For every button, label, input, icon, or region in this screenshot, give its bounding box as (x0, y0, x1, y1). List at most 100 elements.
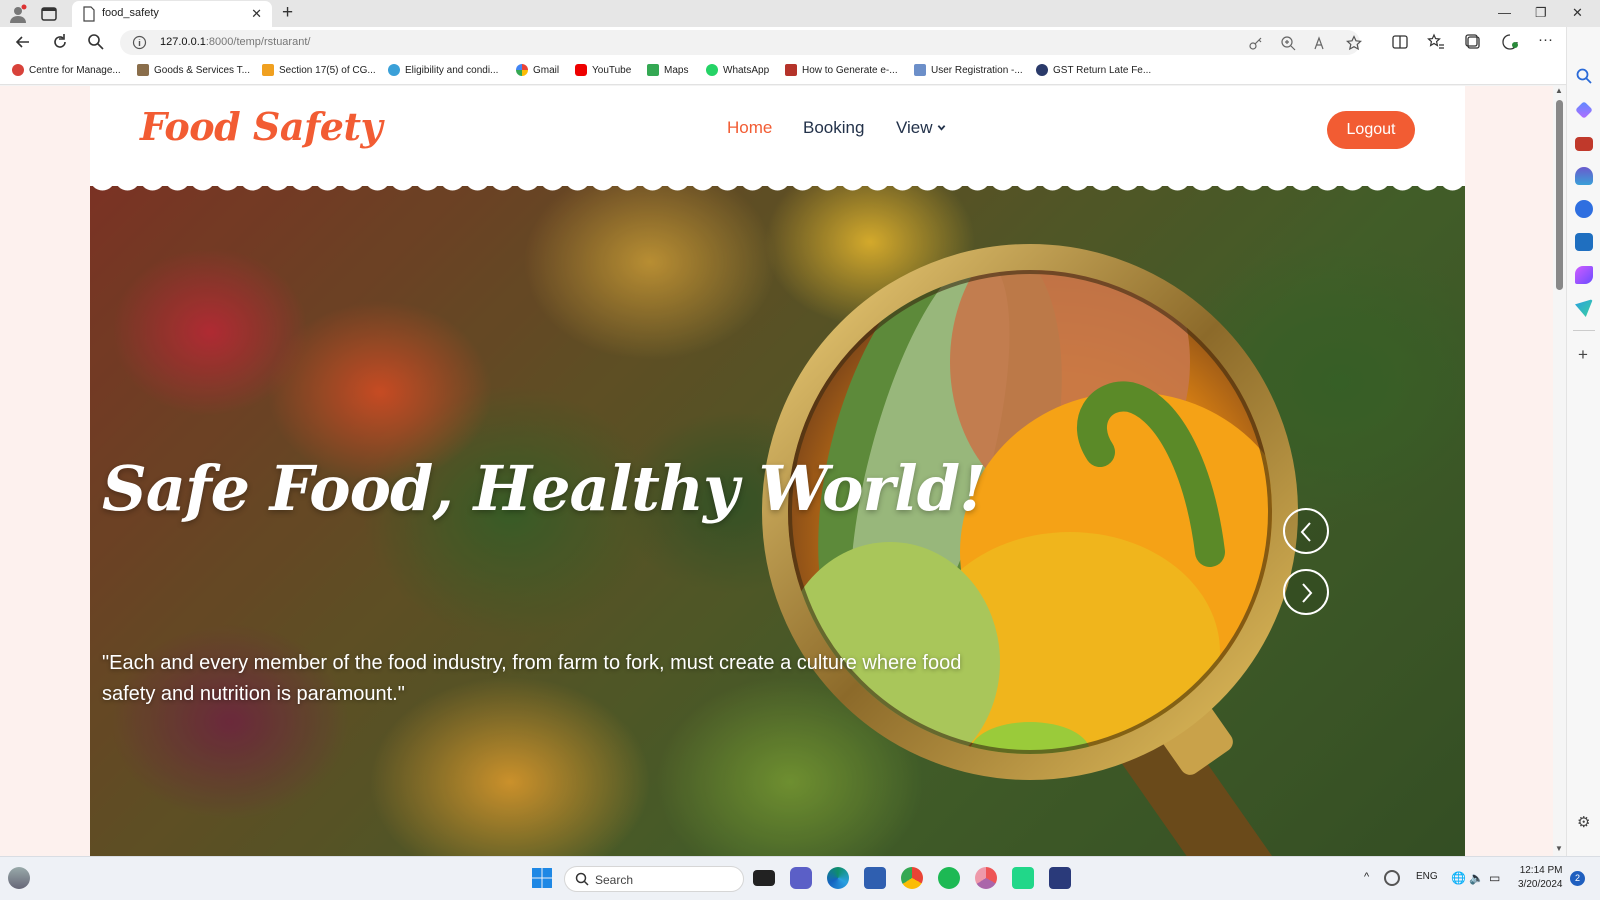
bookmark-user-registration[interactable]: User Registration -... (914, 64, 1023, 76)
weather-widget-icon[interactable] (8, 867, 30, 889)
language-indicator[interactable]: ENG (1416, 871, 1438, 882)
minimize-icon[interactable]: — (1498, 5, 1511, 21)
collections-icon[interactable] (1464, 33, 1482, 51)
chevron-right-icon (1302, 583, 1313, 603)
close-window-icon[interactable]: ✕ (1572, 5, 1583, 21)
carousel-next-button[interactable] (1283, 569, 1329, 615)
tools-briefcase-icon[interactable] (1575, 137, 1593, 151)
favorites-icon[interactable] (1427, 33, 1445, 51)
clock-time: 12:14 PM (1519, 865, 1563, 876)
battery-icon[interactable]: ▭ (1489, 871, 1500, 885)
bookmark-gst-return[interactable]: GST Return Late Fe... (1036, 64, 1151, 76)
bookmark-favicon-icon (137, 64, 149, 76)
hero-title: Safe Food, Healthy World! (102, 452, 986, 525)
designer-icon[interactable] (1575, 266, 1593, 284)
windows-taskbar: Search ^ ENG 🌐 🔈 ▭ 12:14 PM 3/20/2024 2 (0, 856, 1600, 900)
task-view-icon[interactable] (753, 870, 775, 886)
taskbar-search-label: Search (595, 873, 634, 887)
bookmark-favicon-icon (1036, 64, 1048, 76)
bookmark-section-17[interactable]: Section 17(5) of CG... (262, 64, 376, 76)
page-scrollbar[interactable]: ▲ ▼ (1553, 86, 1566, 856)
browser-essentials-icon[interactable] (1501, 33, 1519, 51)
notification-badge[interactable]: 2 (1570, 871, 1585, 886)
address-bar[interactable]: 127.0.0.1:8000/temp/rstuarant/ (120, 30, 1362, 55)
url-text: 127.0.0.1:8000/temp/rstuarant/ (160, 36, 311, 48)
tab-title: food_safety (102, 7, 159, 19)
zoom-icon[interactable] (1280, 35, 1296, 51)
teams-chat-icon[interactable] (790, 867, 812, 889)
sidebar-search-icon[interactable] (1575, 67, 1593, 85)
bookmark-favicon-icon (914, 64, 926, 76)
edge-taskbar-icon[interactable] (827, 867, 849, 889)
sidebar-divider (1573, 330, 1595, 331)
bookmark-goods-services[interactable]: Goods & Services T... (137, 64, 250, 76)
chrome-profile-icon[interactable] (975, 867, 997, 889)
whatsapp-icon (706, 64, 718, 76)
bookmark-eligibility[interactable]: Eligibility and condi... (388, 64, 498, 76)
bookmark-how-to-generate[interactable]: How to Generate e-... (785, 64, 898, 76)
page-viewport: Food Safety Home Booking View Logout Saf… (0, 86, 1553, 856)
profile-icon[interactable] (8, 4, 28, 24)
bookmark-favicon-icon (785, 64, 797, 76)
browser-tab-strip: food_safety ✕ + — ❐ ✕ (0, 0, 1600, 27)
chevron-down-icon (937, 125, 945, 131)
bookmark-maps[interactable]: Maps (647, 64, 688, 76)
browser-toolbar: 127.0.0.1:8000/temp/rstuarant/ ··· (0, 27, 1600, 58)
microsoft-365-icon[interactable] (1575, 200, 1593, 218)
split-screen-icon[interactable] (1391, 33, 1409, 51)
browser-tab[interactable]: food_safety ✕ (72, 1, 272, 27)
maps-icon (647, 64, 659, 76)
nav-home[interactable]: Home (727, 118, 772, 138)
key-icon[interactable] (1248, 35, 1264, 51)
more-options-icon[interactable]: ··· (1538, 32, 1556, 51)
site-header: Food Safety Home Booking View Logout (90, 86, 1465, 186)
sql-tool-icon[interactable] (1049, 867, 1071, 889)
scrollbar-thumb[interactable] (1556, 100, 1563, 290)
add-sidebar-app-icon[interactable]: + (1578, 345, 1588, 365)
site-info-icon[interactable] (132, 35, 147, 50)
scroll-up-icon[interactable]: ▲ (1555, 86, 1563, 95)
windows-start-icon[interactable] (531, 867, 553, 889)
bookmark-youtube[interactable]: YouTube (575, 64, 631, 76)
bookmark-centre-for-management[interactable]: Centre for Manage... (12, 64, 121, 76)
back-icon[interactable] (13, 32, 33, 52)
nav-view-dropdown[interactable]: View (896, 118, 946, 138)
spotify-icon[interactable] (938, 867, 960, 889)
bookmark-favicon-icon (12, 64, 24, 76)
read-aloud-icon[interactable] (1313, 35, 1329, 51)
scallop-divider (90, 172, 1465, 191)
store-icon[interactable] (864, 867, 886, 889)
bookmark-whatsapp[interactable]: WhatsApp (706, 64, 769, 76)
outlook-icon[interactable] (1575, 233, 1593, 251)
favorite-star-icon[interactable] (1346, 35, 1362, 51)
page-icon (83, 6, 95, 22)
shopping-tag-icon[interactable] (1575, 101, 1593, 119)
close-tab-icon[interactable]: ✕ (251, 7, 262, 21)
taskbar-clock[interactable]: 12:14 PM 3/20/2024 (1518, 864, 1563, 892)
games-icon[interactable] (1575, 167, 1593, 185)
chrome-icon[interactable] (901, 867, 923, 889)
logout-button[interactable]: Logout (1327, 111, 1415, 149)
carousel-prev-button[interactable] (1283, 508, 1329, 554)
search-icon[interactable] (86, 32, 106, 52)
search-icon (575, 872, 589, 886)
hero-quote: "Each and every member of the food indus… (102, 652, 962, 705)
taskbar-search[interactable]: Search (564, 866, 744, 892)
refresh-icon[interactable] (50, 32, 70, 52)
nav-booking[interactable]: Booking (803, 118, 864, 138)
nav-view-label: View (896, 118, 933, 137)
sync-icon[interactable] (1384, 870, 1400, 886)
pycharm-icon[interactable] (1012, 867, 1034, 889)
new-tab-icon[interactable]: + (282, 3, 293, 23)
volume-icon[interactable]: 🔈 (1469, 871, 1484, 885)
sidebar-settings-icon[interactable]: ⚙ (1577, 813, 1590, 831)
tray-overflow-icon[interactable]: ^ (1364, 871, 1369, 883)
send-icon[interactable] (1575, 299, 1593, 317)
google-icon (516, 64, 528, 76)
tab-actions-icon[interactable] (40, 5, 58, 23)
network-icon[interactable]: 🌐 (1451, 871, 1466, 885)
scroll-down-icon[interactable]: ▼ (1555, 844, 1563, 853)
bookmark-gmail[interactable]: Gmail (516, 64, 559, 76)
restore-icon[interactable]: ❐ (1535, 5, 1547, 21)
brand-logo[interactable]: Food Safety (140, 104, 383, 149)
